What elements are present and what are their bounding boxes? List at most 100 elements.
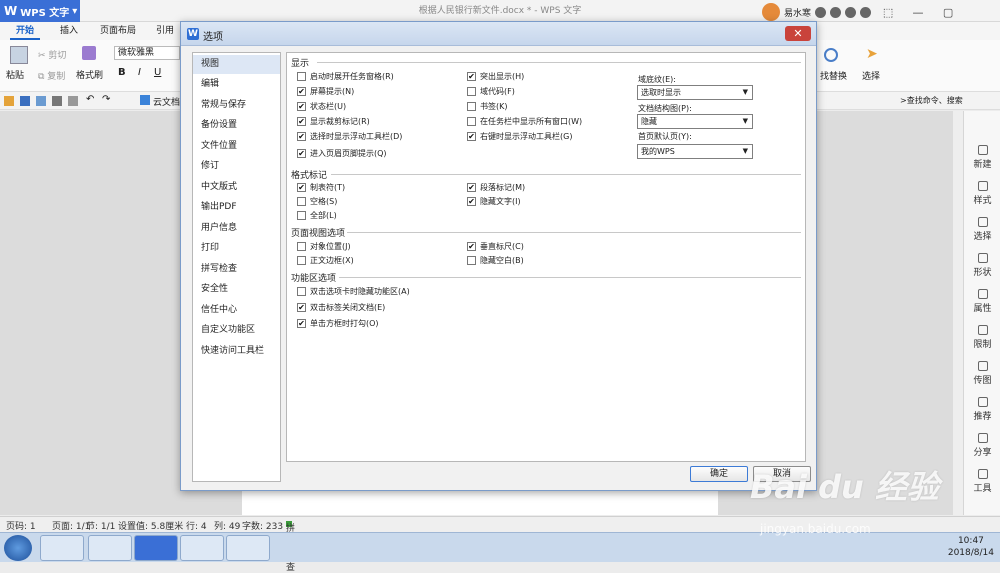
checkbox-field-codes[interactable]: 域代码(F) — [467, 86, 515, 97]
nav-item-quick-access[interactable]: 快速访问工具栏 — [193, 342, 280, 361]
checkbox-vertical-ruler[interactable]: ✔ 垂直标尺(C) — [467, 241, 524, 252]
nav-item-security[interactable]: 安全性 — [193, 280, 280, 299]
bold-button[interactable]: B — [118, 67, 126, 78]
italic-button[interactable]: I — [138, 67, 141, 78]
checkbox[interactable]: ✔ — [297, 183, 306, 192]
recommend-button[interactable]: 推荐 — [964, 397, 1000, 422]
checkbox[interactable] — [297, 242, 306, 251]
checkbox[interactable]: ✔ — [297, 149, 306, 158]
checkbox[interactable]: ✔ — [467, 132, 476, 141]
checkbox-float-toolbar-select[interactable]: ✔ 选择时显示浮动工具栏(D) — [297, 131, 402, 142]
taskbar-wechat[interactable] — [180, 535, 224, 561]
nav-item-general-save[interactable]: 常规与保存 — [193, 96, 280, 115]
help-icon[interactable] — [860, 6, 872, 18]
nav-item-print[interactable]: 打印 — [193, 239, 280, 258]
paste-button[interactable]: 粘贴 — [6, 68, 24, 81]
share-icon[interactable] — [845, 6, 857, 18]
checkbox-dblclick-close-doc[interactable]: ✔ 双击标签关闭文档(E) — [297, 302, 385, 313]
checkbox-hide-whitespace[interactable]: 隐藏空白(B) — [467, 255, 524, 266]
ok-button[interactable]: 确定 — [690, 466, 748, 482]
nav-item-view[interactable]: 视图 — [193, 55, 280, 74]
checkbox-dblclick-hide-ribbon[interactable]: 双击选项卡时隐藏功能区(A) — [297, 286, 410, 297]
nav-item-file-location[interactable]: 文件位置 — [193, 137, 280, 156]
preview-icon[interactable] — [68, 96, 78, 106]
nav-item-edit[interactable]: 编辑 — [193, 75, 280, 94]
nav-item-export-pdf[interactable]: 输出PDF — [193, 198, 280, 217]
font-select[interactable]: 微软雅黑 — [114, 46, 180, 60]
format-painter-icon[interactable] — [82, 46, 96, 60]
select-button[interactable]: 选择 — [862, 69, 880, 82]
export-pdf-icon[interactable] — [36, 96, 46, 106]
skin-icon[interactable] — [830, 6, 842, 18]
cut-button[interactable]: ✂ 剪切 — [38, 48, 66, 61]
find-replace-button[interactable]: 找替换 — [820, 69, 847, 82]
clock[interactable]: 10:47 2018/8/14 — [948, 535, 994, 559]
checkbox[interactable] — [467, 87, 476, 96]
checkbox-all-marks[interactable]: 全部(L) — [297, 210, 337, 221]
vertical-scrollbar[interactable] — [953, 111, 963, 515]
new-button[interactable]: 新建 — [964, 145, 1000, 170]
checkbox[interactable] — [297, 287, 306, 296]
redo-icon[interactable]: ↷ — [102, 94, 110, 105]
checkbox[interactable] — [297, 72, 306, 81]
field-shading-select[interactable]: 选取时显示 ▼ — [637, 85, 753, 100]
taskbar-chrome[interactable] — [88, 535, 132, 561]
command-search[interactable]: >查找命令、搜索 — [900, 95, 963, 106]
checkbox-text-boundaries[interactable]: 正文边框(X) — [297, 255, 354, 266]
user-area[interactable]: 易水寒 ⬚ — ▢ — [762, 2, 961, 22]
tab-insert[interactable]: 插入 — [54, 22, 84, 40]
checkbox-status-bar[interactable]: ✔ 状态栏(U) — [297, 101, 346, 112]
checkbox-float-toolbar-rightclick[interactable]: ✔ 右键时显示浮动工具栏(G) — [467, 131, 572, 142]
checkbox[interactable]: ✔ — [297, 102, 306, 111]
checkbox-hidden-text[interactable]: ✔ 隐藏文字(I) — [467, 196, 521, 207]
home-page-select[interactable]: 我的WPS ▼ — [637, 144, 753, 159]
checkbox[interactable]: ✔ — [467, 197, 476, 206]
nav-item-spell-check[interactable]: 拼写检查 — [193, 260, 280, 279]
tab-page-layout[interactable]: 页面布局 — [94, 22, 142, 40]
taskbar-wps[interactable] — [134, 535, 178, 561]
nav-item-revision[interactable]: 修订 — [193, 157, 280, 176]
close-icon[interactable]: ✕ — [785, 26, 811, 41]
dialog-title-bar[interactable]: W 选项 ✕ — [181, 22, 816, 46]
checkbox-paragraph-marks[interactable]: ✔ 段落标记(M) — [467, 182, 525, 193]
tools-button[interactable]: 工具 — [964, 469, 1000, 494]
styles-button[interactable]: 样式 — [964, 181, 1000, 206]
checkbox-spaces[interactable]: 空格(S) — [297, 196, 337, 207]
print-icon[interactable] — [52, 96, 62, 106]
sync-icon[interactable] — [815, 6, 827, 18]
minimize-icon[interactable]: — — [905, 2, 931, 22]
avatar[interactable] — [762, 3, 780, 21]
save-icon[interactable] — [20, 96, 30, 106]
checkbox-screen-tips[interactable]: ✔ 屏幕提示(N) — [297, 86, 354, 97]
checkbox[interactable]: ✔ — [297, 87, 306, 96]
tab-home[interactable]: 开始 — [10, 22, 41, 40]
checkbox[interactable]: ✔ — [297, 132, 306, 141]
underline-button[interactable]: U — [154, 67, 161, 78]
checkbox-click-box-check[interactable]: ✔ 单击方框时打勾(O) — [297, 318, 379, 329]
restore-icon[interactable]: ⬚ — [875, 2, 901, 22]
doc-map-select[interactable]: 隐藏 ▼ — [637, 114, 753, 129]
cloud-docs-button[interactable]: 云文档 — [153, 95, 180, 108]
nav-item-backup[interactable]: 备份设置 — [193, 116, 280, 135]
checkbox-tab-chars[interactable]: ✔ 制表符(T) — [297, 182, 345, 193]
find-replace-icon[interactable] — [824, 48, 838, 62]
properties-button[interactable]: 属性 — [964, 289, 1000, 314]
cloud-icon[interactable] — [140, 95, 150, 105]
open-icon[interactable] — [4, 96, 14, 106]
tab-references[interactable]: 引用 — [150, 22, 180, 40]
checkbox[interactable] — [467, 256, 476, 265]
taskbar-explorer[interactable] — [226, 535, 270, 561]
user-name[interactable]: 易水寒 — [784, 6, 811, 19]
checkbox-highlight[interactable]: ✔ 突出显示(H) — [467, 71, 524, 82]
app-menu-button[interactable]: W WPS 文字 ▾ — [0, 0, 80, 22]
restrict-button[interactable]: 限制 — [964, 325, 1000, 350]
checkbox[interactable] — [297, 256, 306, 265]
select-pane-button[interactable]: 选择 — [964, 217, 1000, 242]
checkbox[interactable] — [467, 102, 476, 111]
checkbox-taskbar-windows[interactable]: 在任务栏中显示所有窗口(W) — [467, 116, 582, 127]
checkbox-bookmarks[interactable]: 书签(K) — [467, 101, 508, 112]
checkbox[interactable]: ✔ — [297, 303, 306, 312]
maximize-icon[interactable]: ▢ — [935, 2, 961, 22]
checkbox-header-footer-tip[interactable]: ✔ 进入页眉页脚提示(Q) — [297, 148, 387, 159]
format-painter-button[interactable]: 格式刷 — [76, 68, 103, 81]
